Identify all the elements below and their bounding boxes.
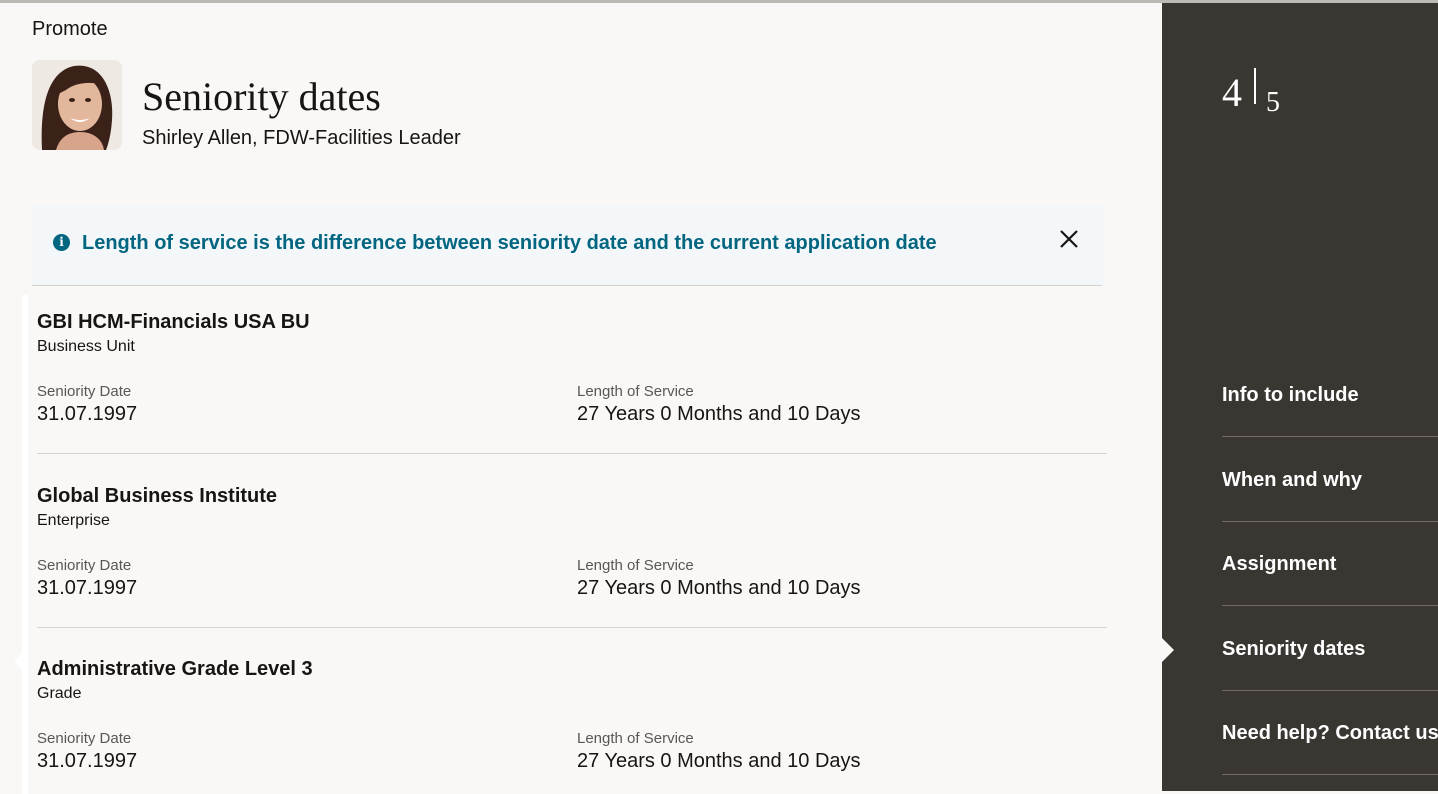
nav-item-label: Need help? Contact us. — [1222, 722, 1438, 744]
flow-title: Promote — [32, 18, 108, 40]
nav-item-label: When and why — [1222, 469, 1362, 491]
seniority-date-label: Seniority Date — [37, 557, 132, 574]
nav-item-assignment[interactable]: Assignment — [1222, 522, 1438, 606]
record-name: GBI HCM-Financials USA BU — [37, 311, 310, 333]
person-photo-icon — [32, 60, 122, 150]
seniority-date-label: Seniority Date — [37, 730, 132, 747]
nav-item-info-to-include[interactable]: Info to include — [1222, 353, 1438, 437]
main-content: Promote Seniority dates Shirley Allen, F… — [0, 3, 1162, 794]
seniority-date-label: Seniority Date — [37, 383, 132, 400]
nav-item-label: Assignment — [1222, 553, 1337, 575]
divider — [32, 285, 1102, 286]
nav-item-when-and-why[interactable]: When and why — [1222, 438, 1438, 522]
record-type: Grade — [37, 685, 82, 702]
record-name: Administrative Grade Level 3 — [37, 658, 313, 680]
nav-item-label: Info to include — [1222, 384, 1359, 406]
nav-item-contact-us[interactable]: Need help? Contact us. — [1222, 691, 1438, 775]
close-banner-button[interactable] — [1056, 226, 1082, 252]
avatar — [32, 60, 122, 150]
length-of-service-label: Length of Service — [577, 383, 694, 400]
banner-message: Length of service is the difference betw… — [82, 232, 937, 254]
record-name: Global Business Institute — [37, 485, 278, 507]
length-of-service-label: Length of Service — [577, 557, 694, 574]
record-type: Enterprise — [37, 512, 110, 529]
divider — [37, 627, 1107, 628]
step-separator — [1254, 68, 1256, 104]
person-subtitle: Shirley Allen, FDW-Facilities Leader — [142, 127, 461, 149]
length-of-service-value: 27 Years 0 Months and 10 Days — [577, 577, 861, 599]
length-of-service-value: 27 Years 0 Months and 10 Days — [577, 750, 861, 772]
current-step-indicator — [1162, 638, 1174, 662]
seniority-date-value: 31.07.1997 — [37, 403, 138, 425]
length-of-service-value: 27 Years 0 Months and 10 Days — [577, 403, 861, 425]
seniority-date-value: 31.07.1997 — [37, 577, 138, 599]
step-total: 5 — [1266, 87, 1280, 118]
divider — [37, 453, 1107, 454]
step-current: 4 — [1222, 70, 1242, 115]
edge-pointer — [14, 649, 26, 673]
close-icon — [1060, 230, 1078, 248]
scroll-edge — [22, 295, 28, 794]
page-title: Seniority dates — [142, 74, 381, 119]
guided-flow-sidebar: 4 5 Info to include When and why Assignm… — [1162, 3, 1438, 791]
nav-item-label: Seniority dates — [1222, 638, 1366, 660]
info-icon: i — [53, 234, 70, 251]
seniority-date-value: 31.07.1997 — [37, 750, 138, 772]
record-type: Business Unit — [37, 338, 135, 355]
nav-item-seniority-dates[interactable]: Seniority dates — [1222, 607, 1438, 691]
length-of-service-label: Length of Service — [577, 730, 694, 747]
info-banner: i Length of service is the difference be… — [32, 206, 1104, 286]
